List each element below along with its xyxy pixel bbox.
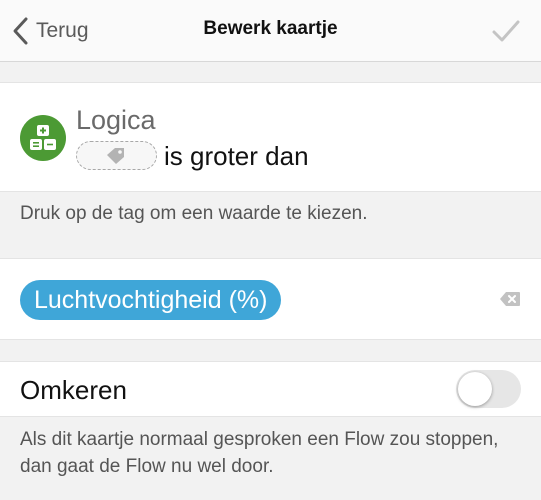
backspace-icon [500,292,520,306]
page-title: Bewerk kaartje [203,18,338,39]
tag-placeholder[interactable] [76,141,157,170]
condition-card: Logica is groter dan [0,82,541,192]
toggle-knob [458,372,492,406]
app-name: Logica [76,105,156,135]
confirm-button[interactable] [491,16,521,46]
logic-app-icon [20,115,66,161]
invert-row: Omkeren [0,361,541,417]
clear-value-button[interactable] [499,291,521,307]
value-tag-pill[interactable]: Luchtvochtigheid (%) [20,280,282,320]
condition-text: is groter dan [164,141,309,171]
checkmark-icon [492,20,520,42]
value-section: Luchtvochtigheid (%) [0,258,541,340]
tag-icon [107,148,124,164]
invert-hint: Als dit kaartje normaal gesproken een Fl… [20,429,499,477]
navigation-bar: Terug Bewerk kaartje [0,0,541,62]
tag-hint: Druk op de tag om een waarde te kiezen. [20,203,368,224]
invert-label: Omkeren [20,375,127,405]
invert-toggle[interactable] [456,370,521,408]
